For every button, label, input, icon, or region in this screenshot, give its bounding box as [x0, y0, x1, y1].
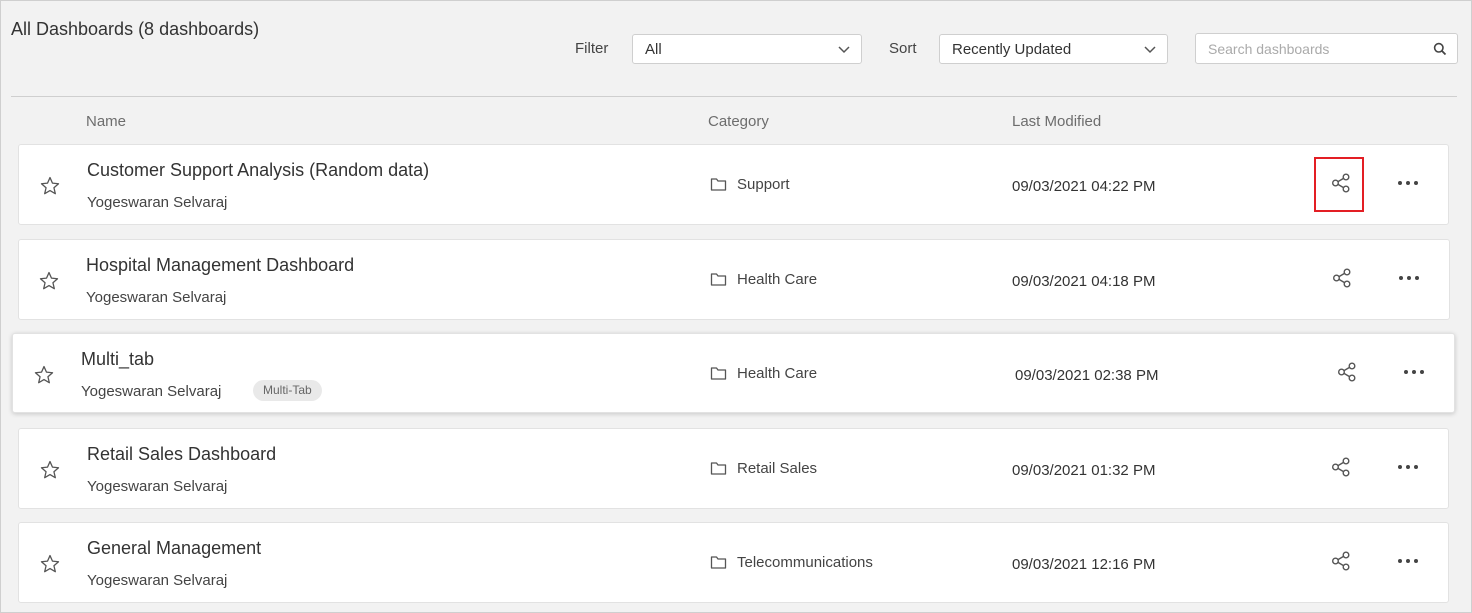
last-modified: 09/03/2021 04:22 PM: [1012, 178, 1156, 195]
dashboard-owner: Yogeswaran Selvaraj: [87, 478, 228, 495]
dashboard-category: Telecommunications: [710, 554, 873, 571]
dashboard-owner: Yogeswaran Selvaraj: [87, 572, 228, 589]
sort-value: Recently Updated: [952, 40, 1072, 58]
header-divider: [11, 96, 1457, 97]
star-icon[interactable]: [39, 459, 61, 481]
last-modified: 09/03/2021 12:16 PM: [1012, 556, 1156, 573]
dashboard-row[interactable]: General Management Yogeswaran Selvaraj T…: [18, 522, 1449, 603]
dashboard-owner: Yogeswaran Selvaraj: [86, 289, 227, 306]
star-icon[interactable]: [38, 270, 60, 292]
dashboard-row[interactable]: Hospital Management Dashboard Yogeswaran…: [18, 239, 1450, 320]
dashboard-row[interactable]: Retail Sales Dashboard Yogeswaran Selvar…: [18, 428, 1449, 509]
dashboard-owner: Yogeswaran Selvaraj: [87, 194, 228, 211]
column-header-name[interactable]: Name: [86, 113, 126, 130]
folder-icon: [710, 556, 727, 569]
column-header-category[interactable]: Category: [708, 113, 769, 130]
column-header-last-modified[interactable]: Last Modified: [1012, 113, 1101, 130]
more-icon[interactable]: [1396, 173, 1420, 193]
star-icon[interactable]: [39, 553, 61, 575]
share-icon[interactable]: [1331, 267, 1353, 289]
filter-select[interactable]: All: [632, 34, 862, 64]
category-label: Health Care: [737, 365, 818, 382]
dashboard-name[interactable]: Multi_tab: [81, 349, 154, 370]
category-label: Retail Sales: [737, 460, 818, 477]
chevron-down-icon: [838, 46, 850, 54]
chevron-down-icon: [1144, 46, 1156, 54]
dashboard-name[interactable]: Hospital Management Dashboard: [86, 255, 354, 276]
sort-select[interactable]: Recently Updated: [939, 34, 1168, 64]
search-icon[interactable]: [1433, 42, 1447, 56]
more-icon[interactable]: [1397, 268, 1421, 288]
folder-icon: [710, 178, 727, 191]
dashboard-category: Health Care: [710, 271, 817, 288]
last-modified: 09/03/2021 01:32 PM: [1012, 462, 1156, 479]
dashboard-row[interactable]: Multi_tab Yogeswaran Selvaraj Multi-Tab …: [12, 333, 1455, 413]
dashboard-row[interactable]: Customer Support Analysis (Random data) …: [18, 144, 1449, 225]
share-icon[interactable]: [1330, 550, 1352, 572]
multi-tab-badge: Multi-Tab: [253, 380, 322, 401]
dashboard-category: Health Care: [710, 365, 817, 382]
dashboard-name[interactable]: Retail Sales Dashboard: [87, 444, 276, 465]
dashboard-name[interactable]: General Management: [87, 538, 261, 559]
star-icon[interactable]: [33, 364, 55, 386]
category-label: Support: [737, 176, 790, 193]
more-icon[interactable]: [1396, 457, 1420, 477]
page-title: All Dashboards (8 dashboards): [11, 19, 260, 39]
category-label: Health Care: [737, 271, 818, 288]
folder-icon: [710, 367, 727, 380]
folder-icon: [710, 273, 727, 286]
filter-value: All: [645, 40, 662, 58]
star-icon[interactable]: [39, 175, 61, 197]
search-input[interactable]: [1208, 40, 1433, 57]
share-highlight-box: [1314, 157, 1364, 212]
last-modified: 09/03/2021 04:18 PM: [1012, 273, 1156, 290]
sort-label: Sort: [889, 40, 917, 57]
share-icon[interactable]: [1336, 361, 1358, 383]
search-box[interactable]: [1195, 33, 1458, 64]
dashboard-owner: Yogeswaran Selvaraj: [81, 383, 222, 400]
dashboard-category: Support: [710, 176, 790, 193]
folder-icon: [710, 462, 727, 475]
last-modified: 09/03/2021 02:38 PM: [1015, 367, 1159, 384]
category-label: Telecommunications: [737, 554, 873, 571]
more-icon[interactable]: [1402, 362, 1426, 382]
dashboard-category: Retail Sales: [710, 460, 817, 477]
dashboard-name[interactable]: Customer Support Analysis (Random data): [87, 160, 429, 181]
more-icon[interactable]: [1396, 551, 1420, 571]
filter-label: Filter: [575, 40, 609, 57]
share-icon[interactable]: [1330, 456, 1352, 478]
